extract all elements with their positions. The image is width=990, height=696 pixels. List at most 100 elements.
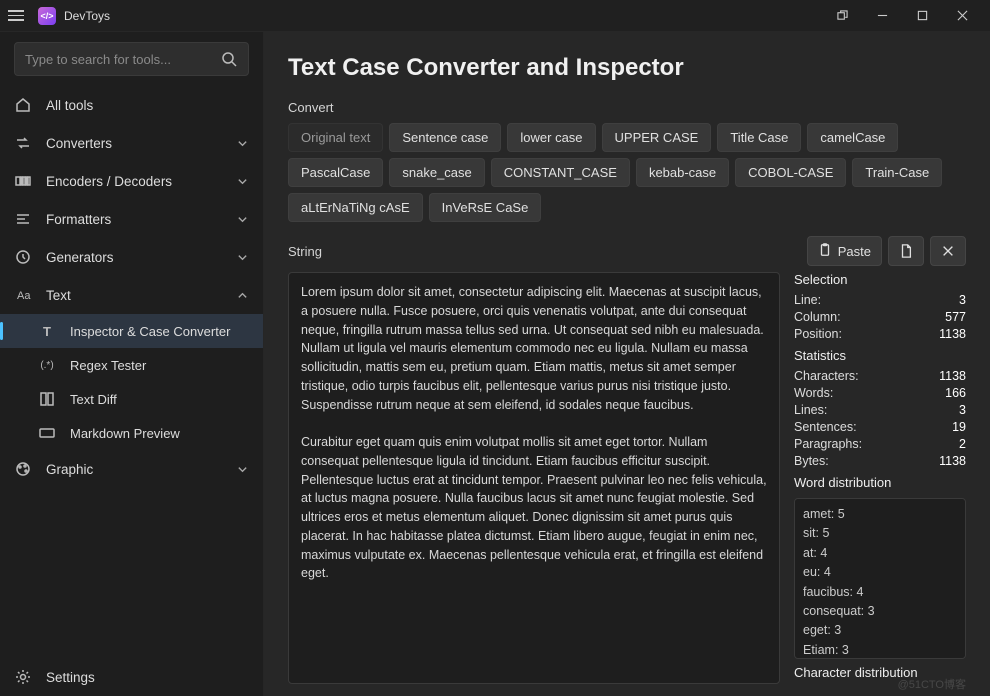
main-content: Text Case Converter and Inspector Conver…: [264, 32, 990, 696]
compact-overlay-button[interactable]: [822, 2, 862, 30]
stat-key: Position:: [794, 327, 842, 341]
convert-chip-camelcase[interactable]: camelCase: [807, 123, 898, 152]
stat-key: Sentences:: [794, 420, 857, 434]
stat-key: Column:: [794, 310, 841, 324]
stat-row: Line: 3: [794, 291, 966, 308]
svg-text:Aa: Aa: [17, 290, 31, 302]
nav: All tools Converters Encoders / Decoders…: [0, 82, 263, 657]
paste-button[interactable]: Paste: [807, 236, 882, 266]
nav-item-label: Converters: [46, 136, 112, 151]
sidebar: All tools Converters Encoders / Decoders…: [0, 32, 264, 696]
converters-icon: [14, 134, 32, 152]
hamburger-menu[interactable]: [8, 7, 26, 25]
minimize-button[interactable]: [862, 2, 902, 30]
chevron-down-icon: [235, 136, 249, 150]
nav-item-label: Settings: [46, 670, 95, 685]
word-dist-item: sit: 5: [803, 524, 957, 543]
app-icon: </>: [38, 7, 56, 25]
nav-group-generators[interactable]: Generators: [0, 238, 263, 276]
open-file-button[interactable]: [888, 236, 924, 266]
word-dist-item: amet: 5: [803, 505, 957, 524]
search-input[interactable]: [25, 52, 220, 67]
stats-panel: Selection Line:3Column:577Position:1138 …: [794, 272, 966, 684]
word-distribution-list[interactable]: amet: 5sit: 5at: 4eu: 4faucibus: 4conseq…: [794, 498, 966, 659]
string-textarea[interactable]: [288, 272, 780, 684]
nav-item-text-diff[interactable]: Text Diff: [0, 382, 263, 416]
search-icon: [220, 50, 238, 68]
convert-chip-title-case[interactable]: Title Case: [717, 123, 801, 152]
stat-row: Bytes:1138: [794, 452, 966, 469]
convert-chip-group: Original textSentence caselower caseUPPE…: [288, 123, 966, 222]
tool-icon: [38, 424, 56, 442]
app-title: DevToys: [64, 9, 110, 23]
tool-icon: (.*): [38, 356, 56, 374]
chevron-down-icon: [235, 462, 249, 476]
convert-chip-cobol-case[interactable]: COBOL-CASE: [735, 158, 846, 187]
nav-all-tools[interactable]: All tools: [0, 86, 263, 124]
nav-item-label: Markdown Preview: [70, 426, 180, 441]
file-icon: [899, 244, 913, 258]
encoders-icon: [14, 172, 32, 190]
nav-item-inspector-case-converter[interactable]: T Inspector & Case Converter: [0, 314, 263, 348]
stat-key: Bytes:: [794, 454, 829, 468]
convert-chip-inverse-case[interactable]: InVeRsE CaSe: [429, 193, 542, 222]
nav-item-regex-tester[interactable]: (.*) Regex Tester: [0, 348, 263, 382]
convert-chip-pascalcase[interactable]: PascalCase: [288, 158, 383, 187]
generators-icon: [14, 248, 32, 266]
stat-row: Column: 577: [794, 308, 966, 325]
page-title: Text Case Converter and Inspector: [288, 54, 966, 82]
stat-value: 1138: [939, 327, 966, 341]
selection-heading: Selection: [794, 272, 966, 287]
nav-group-converters[interactable]: Converters: [0, 124, 263, 162]
stat-row: Sentences: 19: [794, 418, 966, 435]
stat-value: 3: [959, 403, 966, 417]
stat-key: Lines:: [794, 403, 827, 417]
convert-chip-alternating-case[interactable]: aLtErNaTiNg cAsE: [288, 193, 423, 222]
stat-row: Lines: 3: [794, 401, 966, 418]
maximize-button[interactable]: [902, 2, 942, 30]
convert-chip-sentence-case[interactable]: Sentence case: [389, 123, 501, 152]
word-dist-item: eget: 3: [803, 621, 957, 640]
close-button[interactable]: [942, 2, 982, 30]
convert-label: Convert: [288, 100, 966, 115]
stat-value: 1138: [939, 369, 966, 383]
convert-chip-upper-case[interactable]: UPPER CASE: [602, 123, 712, 152]
formatters-icon: [14, 210, 32, 228]
word-dist-item: Etiam: 3: [803, 641, 957, 659]
convert-chip-constant-case[interactable]: CONSTANT_CASE: [491, 158, 630, 187]
nav-settings[interactable]: Settings: [0, 658, 263, 696]
nav-item-label: Encoders / Decoders: [46, 174, 172, 189]
nav-item-label: Regex Tester: [70, 358, 146, 373]
stat-key: Line:: [794, 293, 821, 307]
stat-value: 2: [959, 437, 966, 451]
stat-value: 166: [945, 386, 966, 400]
search-box[interactable]: [14, 42, 249, 76]
gear-icon: [14, 668, 32, 686]
stat-key: Words:: [794, 386, 833, 400]
stat-row: Paragraphs:2: [794, 435, 966, 452]
convert-chip-train-case[interactable]: Train-Case: [852, 158, 942, 187]
nav-item-label: Generators: [46, 250, 114, 265]
chevron-down-icon: [235, 250, 249, 264]
convert-chip-original-text[interactable]: Original text: [288, 123, 383, 152]
stat-row: Words: 166: [794, 384, 966, 401]
convert-chip-lower-case[interactable]: lower case: [507, 123, 595, 152]
nav-group-graphic[interactable]: Graphic: [0, 450, 263, 488]
nav-group-text[interactable]: Aa Text: [0, 276, 263, 314]
word-dist-item: faucibus: 4: [803, 583, 957, 602]
convert-chip-snake-case[interactable]: snake_case: [389, 158, 484, 187]
stat-value: 3: [959, 293, 966, 307]
nav-group-encoders-decoders[interactable]: Encoders / Decoders: [0, 162, 263, 200]
nav-group-formatters[interactable]: Formatters: [0, 200, 263, 238]
stat-value: 19: [952, 420, 966, 434]
stat-value: 577: [945, 310, 966, 324]
nav-item-markdown-preview[interactable]: Markdown Preview: [0, 416, 263, 450]
nav-item-label: Text: [46, 288, 71, 303]
clear-button[interactable]: [930, 236, 966, 266]
word-dist-heading: Word distribution: [794, 475, 966, 490]
convert-chip-kebab-case[interactable]: kebab-case: [636, 158, 729, 187]
close-icon: [941, 244, 955, 258]
home-icon: [14, 96, 32, 114]
chevron-up-icon: [235, 288, 249, 302]
char-dist-heading: Character distribution: [794, 665, 966, 680]
